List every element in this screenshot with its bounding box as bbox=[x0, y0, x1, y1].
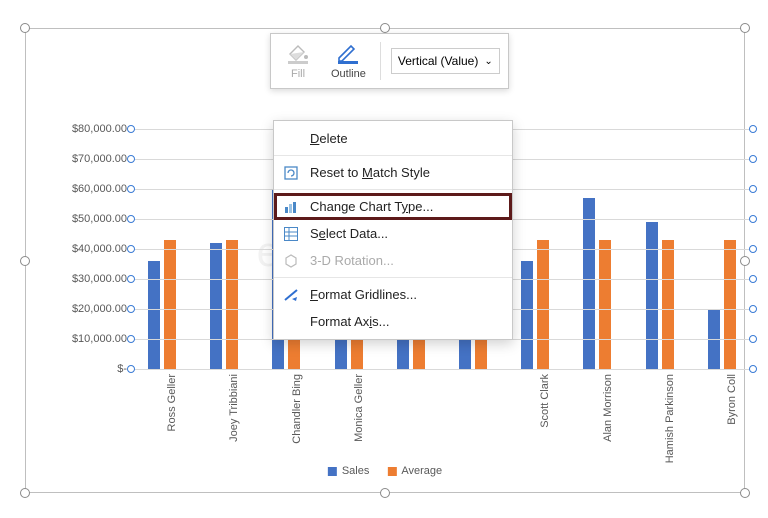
bar-average[interactable] bbox=[537, 240, 549, 369]
axis-selection-marker[interactable] bbox=[127, 275, 135, 283]
legend-swatch-average bbox=[387, 467, 396, 476]
y-axis-label: $30,000.00 bbox=[59, 273, 127, 285]
chart-type-icon bbox=[282, 198, 300, 216]
axis-selection-marker[interactable] bbox=[127, 125, 135, 133]
mini-format-toolbar: Fill Outline Vertical (Value) ⌄ bbox=[270, 33, 509, 89]
chart-context-menu: Delete Reset to Match Style Change Chart… bbox=[273, 120, 513, 340]
ctx-format-gridlines[interactable]: Format Gridlines... bbox=[274, 281, 512, 308]
chart-element-dropdown[interactable]: Vertical (Value) ⌄ bbox=[391, 48, 500, 74]
axis-selection-marker[interactable] bbox=[749, 125, 757, 133]
ctx-label: Format Gridlines... bbox=[310, 287, 417, 302]
grid-line bbox=[131, 369, 753, 370]
ctx-label: Reset to Match Style bbox=[310, 165, 430, 180]
ctx-change-chart-type[interactable]: Change Chart Type... bbox=[274, 193, 512, 220]
ctx-label: Select Data... bbox=[310, 226, 388, 241]
x-axis-label: Chandler Bing bbox=[291, 374, 303, 474]
bar-average[interactable] bbox=[164, 240, 176, 369]
y-axis-label: $70,000.00 bbox=[59, 153, 127, 165]
x-axis-label: Scott Clark bbox=[539, 374, 551, 474]
ctx-3d-rotation: 3-D Rotation... bbox=[274, 247, 512, 274]
ctx-label: Format Axis... bbox=[310, 314, 389, 329]
axis-selection-marker[interactable] bbox=[749, 155, 757, 163]
y-axis-label: $20,000.00 bbox=[59, 303, 127, 315]
axis-selection-marker[interactable] bbox=[127, 305, 135, 313]
resize-handle[interactable] bbox=[740, 488, 750, 498]
legend-swatch-sales bbox=[328, 467, 337, 476]
ctx-format-axis[interactable]: Format Axis... bbox=[274, 308, 512, 335]
outline-label: Outline bbox=[331, 68, 366, 80]
menu-separator bbox=[274, 155, 512, 156]
axis-selection-marker[interactable] bbox=[749, 245, 757, 253]
resize-handle[interactable] bbox=[20, 488, 30, 498]
format-gridlines-icon bbox=[282, 286, 300, 304]
bar-average[interactable] bbox=[724, 240, 736, 369]
ctx-label: Delete bbox=[310, 131, 348, 146]
axis-selection-marker[interactable] bbox=[127, 245, 135, 253]
chart-legend[interactable]: Sales Average bbox=[328, 465, 442, 477]
ctx-reset-style[interactable]: Reset to Match Style bbox=[274, 159, 512, 186]
resize-handle[interactable] bbox=[20, 256, 30, 266]
ctx-label: 3-D Rotation... bbox=[310, 253, 394, 268]
paint-bucket-icon bbox=[286, 42, 310, 64]
axis-selection-marker[interactable] bbox=[749, 185, 757, 193]
axis-selection-marker[interactable] bbox=[749, 215, 757, 223]
legend-label: Average bbox=[401, 465, 442, 477]
y-axis-label: $10,000.00 bbox=[59, 333, 127, 345]
axis-selection-marker[interactable] bbox=[749, 365, 757, 373]
axis-selection-marker[interactable] bbox=[749, 275, 757, 283]
x-axis-label: Joey Tribbiani bbox=[228, 374, 240, 474]
chevron-down-icon: ⌄ bbox=[484, 56, 492, 67]
axis-selection-marker[interactable] bbox=[749, 335, 757, 343]
axis-selection-marker[interactable] bbox=[127, 335, 135, 343]
x-axis-label: Ross Geller bbox=[166, 374, 178, 474]
y-axis-label: $50,000.00 bbox=[59, 213, 127, 225]
axis-selection-marker[interactable] bbox=[127, 185, 135, 193]
ctx-delete[interactable]: Delete bbox=[274, 125, 512, 152]
select-data-icon bbox=[282, 225, 300, 243]
x-axis-label: Byron Coll bbox=[726, 374, 738, 474]
pen-outline-icon bbox=[336, 42, 360, 64]
bar-sales[interactable] bbox=[646, 222, 658, 369]
toolbar-divider bbox=[380, 42, 381, 80]
bar-sales[interactable] bbox=[210, 243, 222, 369]
axis-selection-marker[interactable] bbox=[749, 305, 757, 313]
resize-handle[interactable] bbox=[380, 488, 390, 498]
resize-handle[interactable] bbox=[740, 23, 750, 33]
bar-average[interactable] bbox=[662, 240, 674, 369]
legend-entry-average[interactable]: Average bbox=[387, 465, 442, 477]
bar-average[interactable] bbox=[226, 240, 238, 369]
axis-selection-marker[interactable] bbox=[127, 155, 135, 163]
bar-average[interactable] bbox=[599, 240, 611, 369]
bar-sales[interactable] bbox=[148, 261, 160, 369]
reset-style-icon bbox=[282, 164, 300, 182]
y-axis-label: $60,000.00 bbox=[59, 183, 127, 195]
bar-sales[interactable] bbox=[521, 261, 533, 369]
menu-separator bbox=[274, 277, 512, 278]
dropdown-value: Vertical (Value) bbox=[398, 54, 478, 68]
y-axis-label: $40,000.00 bbox=[59, 243, 127, 255]
outline-button[interactable]: Outline bbox=[327, 40, 370, 82]
fill-button: Fill bbox=[279, 40, 317, 82]
x-axis-label: Hamish Parkinson bbox=[664, 374, 676, 474]
x-axis-label: Alan Morrison bbox=[602, 374, 614, 474]
x-axis-label: Monica Geller bbox=[353, 374, 365, 474]
y-axis-label: $80,000.00 bbox=[59, 123, 127, 135]
menu-separator bbox=[274, 189, 512, 190]
rotation-3d-icon bbox=[282, 252, 300, 270]
bar-sales[interactable] bbox=[583, 198, 595, 369]
y-axis-label: $- bbox=[59, 363, 127, 375]
ctx-label: Change Chart Type... bbox=[310, 199, 433, 214]
axis-selection-marker[interactable] bbox=[127, 215, 135, 223]
axis-selection-marker[interactable] bbox=[127, 365, 135, 373]
ctx-select-data[interactable]: Select Data... bbox=[274, 220, 512, 247]
resize-handle[interactable] bbox=[20, 23, 30, 33]
fill-label: Fill bbox=[291, 68, 305, 80]
resize-handle[interactable] bbox=[380, 23, 390, 33]
